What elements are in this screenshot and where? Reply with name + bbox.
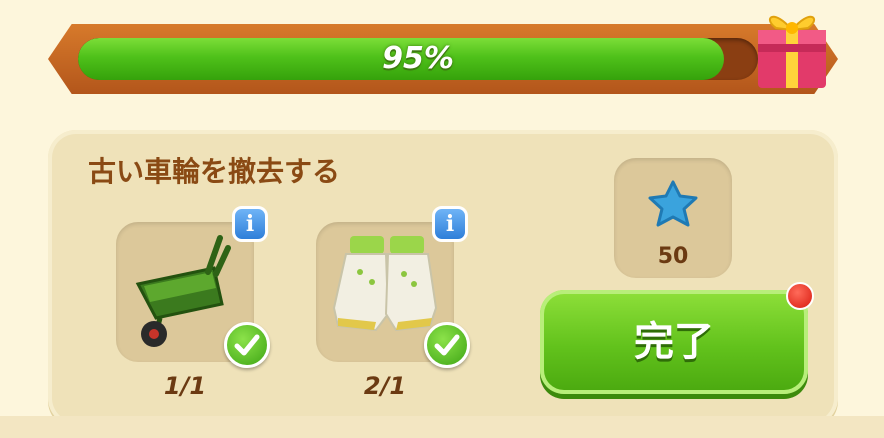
- notification-dot: [786, 282, 814, 310]
- blue-star-icon: [648, 180, 698, 227]
- task-title: 古い車輪を撤去する: [88, 155, 341, 188]
- complete-button-label: 完了: [634, 319, 714, 365]
- info-button-wheelbarrow[interactable]: i: [232, 206, 268, 242]
- requirement-count: 2/1: [363, 372, 407, 400]
- footer-strip: [0, 416, 884, 438]
- checkmark-icon: [424, 322, 470, 368]
- requirement-count: 1/1: [163, 372, 207, 400]
- progress-percent-label: 95%: [382, 41, 454, 76]
- gift-box-icon[interactable]: [752, 0, 832, 92]
- info-button-gloves[interactable]: i: [432, 206, 468, 242]
- complete-button[interactable]: 完了: [540, 290, 808, 394]
- reward-amount: 50: [657, 244, 689, 269]
- checkmark-icon: [224, 322, 270, 368]
